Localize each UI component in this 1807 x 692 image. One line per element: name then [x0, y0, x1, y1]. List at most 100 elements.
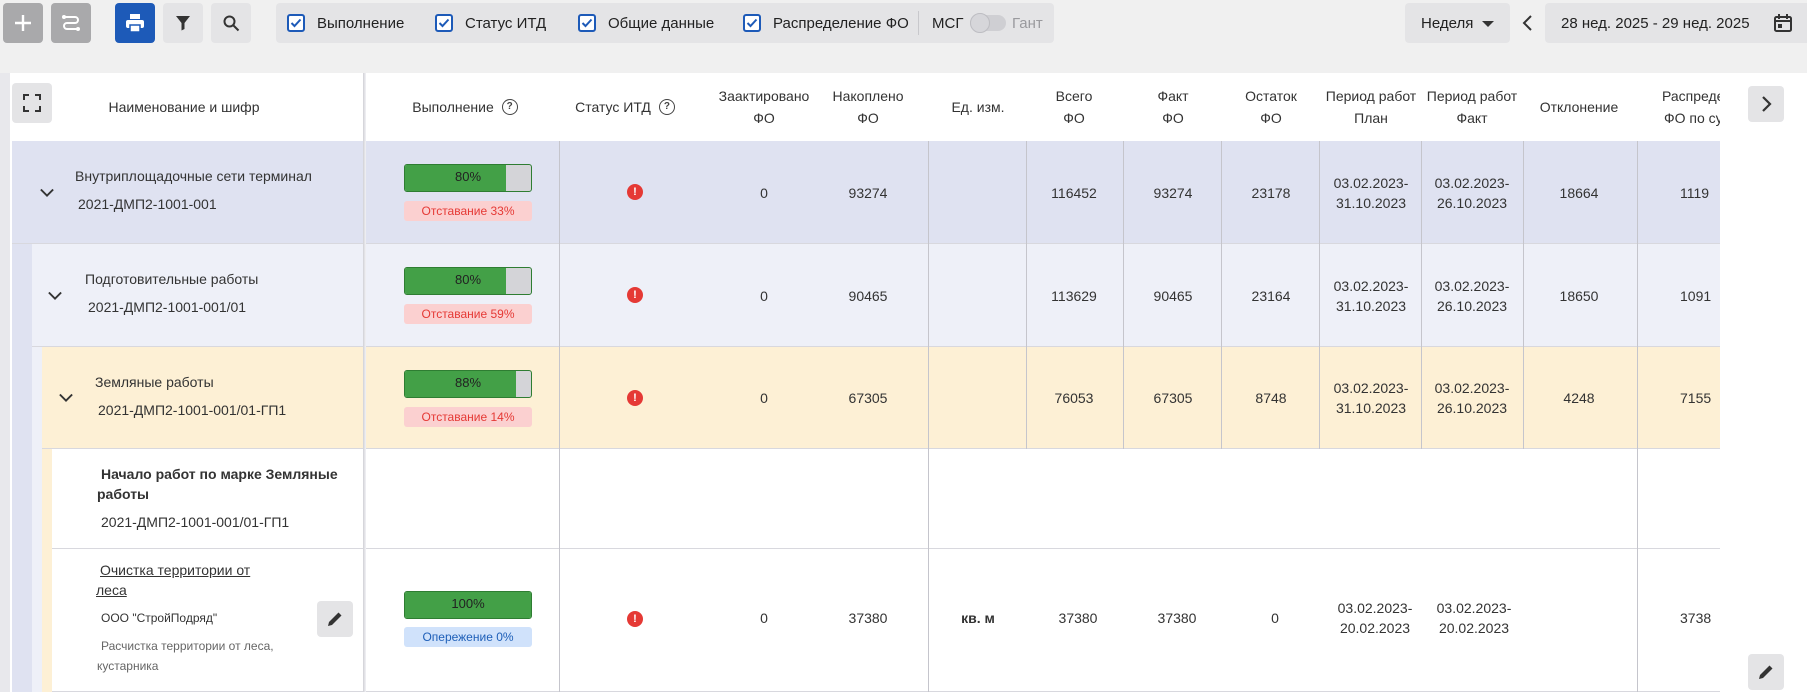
column-header-label: Ед. изм. — [951, 99, 1005, 115]
search-button[interactable] — [211, 3, 251, 43]
date-line: 03.02.2023- — [1434, 277, 1510, 294]
column-header-nakopleno: Накоплено ФО — [818, 73, 918, 141]
tree-indent — [12, 244, 32, 692]
filter-status-itd[interactable]: Статус ИТД — [435, 13, 546, 33]
filter-obshchie-dannye[interactable]: Общие данные — [578, 13, 714, 33]
column-header-label: Наименование и шифр — [108, 99, 260, 115]
checkbox[interactable] — [435, 14, 453, 32]
checkbox[interactable] — [287, 14, 305, 32]
marker-code: 2021-ДМП2-1001-001/01-ГП1 — [101, 514, 290, 530]
zaaktirovano-value: 0 — [760, 390, 768, 406]
help-icon[interactable]: ? — [658, 99, 675, 115]
nakopleno-value: 67305 — [848, 390, 888, 406]
fullscreen-button[interactable] — [12, 83, 52, 123]
otklonenie-value: 18650 — [1559, 287, 1599, 304]
row-code: 2021-ДМП2-1001-001/01 — [88, 299, 247, 315]
gant-label: Гант — [1012, 15, 1043, 32]
alert-icon[interactable]: ! — [627, 184, 643, 200]
chevron-down-icon[interactable] — [40, 186, 54, 200]
period-range[interactable]: 28 нед. 2025 - 29 нед. 2025 — [1545, 3, 1807, 43]
period-fakt-value: 03.02.2023- 26.10.2023 — [1422, 141, 1522, 244]
column-header-label: ФО — [857, 110, 879, 126]
alert-icon[interactable]: ! — [627, 611, 643, 627]
filter-label: Статус ИТД — [465, 14, 547, 32]
zaaktirovano-value: 0 — [760, 287, 768, 304]
period-plan-value: 03.02.2023- 31.10.2023 — [1320, 244, 1422, 347]
help-icon[interactable]: ? — [501, 99, 518, 115]
date-line: 03.02.2023- — [1333, 174, 1409, 191]
column-header-label: Период работ — [1426, 88, 1518, 104]
chevron-down-icon[interactable] — [48, 289, 62, 303]
raspred-value: 3738 — [1680, 610, 1712, 626]
column-header-label: Всего — [1055, 88, 1093, 104]
column-header-otklonenie: Отклонение — [1524, 73, 1634, 141]
ostatok-value: 0 — [1271, 610, 1279, 626]
chevron-down-icon[interactable] — [59, 391, 73, 405]
column-header-vsego: Всего ФО — [1026, 73, 1122, 141]
check-icon — [746, 18, 758, 28]
column-header-status-itd[interactable]: Статус ИТД? — [560, 73, 690, 141]
date-line: 20.02.2023 — [1438, 620, 1510, 636]
route-button[interactable] — [51, 3, 91, 43]
column-header-label: Распреде — [1662, 88, 1720, 104]
filter-button[interactable] — [163, 3, 203, 43]
alert-icon[interactable]: ! — [627, 390, 643, 406]
status-badge: Отставание 33% — [404, 201, 532, 221]
route-icon — [62, 15, 80, 31]
filter-raspredelenie-fo[interactable]: Распределение ФО — [743, 13, 909, 33]
vsego-value: 37380 — [1058, 610, 1098, 626]
checkbox[interactable] — [743, 14, 761, 32]
search-icon — [223, 15, 240, 32]
progress-bar: 100% — [404, 591, 532, 619]
edit-task-button[interactable] — [317, 601, 353, 637]
status-badge: Опережение 0% — [404, 627, 532, 647]
row-title: Подготовительные работы — [85, 271, 259, 287]
raspred-value: 1119 — [1680, 184, 1710, 201]
date-line: 26.10.2023 — [1436, 194, 1508, 211]
task-link[interactable]: Очистка территории от — [100, 562, 250, 578]
zaaktirovano-value: 0 — [760, 610, 768, 626]
column-header-label: Заактировано — [718, 88, 810, 104]
column-header-label: ФО — [1063, 110, 1085, 126]
msg-gant-toggle[interactable] — [970, 13, 1006, 33]
frozen-column-shadow — [363, 73, 366, 692]
date-line: 03.02.2023- — [1333, 380, 1409, 396]
vsego-value: 113629 — [1051, 287, 1097, 304]
alert-icon[interactable]: ! — [627, 287, 643, 303]
column-header-name: Наименование и шифр — [64, 73, 304, 141]
date-line: 03.02.2023- — [1333, 277, 1409, 294]
chevron-down-icon — [1482, 21, 1494, 27]
vsego-value: 116452 — [1051, 184, 1097, 201]
scroll-right-button[interactable] — [1748, 86, 1784, 122]
otklonenie-value: 4248 — [1563, 390, 1595, 406]
column-header-label: Статус ИТД — [575, 99, 651, 115]
checkbox[interactable] — [578, 14, 596, 32]
date-line: 03.02.2023- — [1337, 600, 1413, 616]
chevron-right-icon — [1762, 96, 1772, 112]
marker-title-line: Начало работ по марке Земляные — [101, 466, 338, 482]
add-button[interactable] — [3, 3, 43, 43]
fakt-value: 93274 — [1153, 184, 1193, 201]
period-fakt-value: 03.02.2023- 26.10.2023 — [1422, 244, 1522, 347]
date-line: 20.02.2023 — [1339, 620, 1411, 636]
period-type-select[interactable]: Неделя — [1405, 3, 1510, 43]
check-icon — [290, 18, 302, 28]
msg-label: МСГ — [932, 15, 964, 32]
date-line: 03.02.2023- — [1436, 600, 1512, 616]
filter-vypolnenie[interactable]: Выполнение — [287, 13, 404, 33]
filter-label: Выполнение — [317, 14, 405, 32]
column-header-vypolnenie[interactable]: Выполнение? — [370, 73, 560, 141]
column-header-label: ФО — [1260, 110, 1282, 126]
print-button[interactable] — [115, 3, 155, 43]
calendar-button[interactable] — [1772, 12, 1794, 34]
fakt-value: 37380 — [1157, 610, 1197, 626]
filter-label: Распределение ФО — [773, 14, 909, 32]
right-panel — [1720, 73, 1807, 692]
edit-button[interactable] — [1748, 654, 1784, 690]
date-line: 26.10.2023 — [1436, 400, 1508, 416]
date-line: 03.02.2023- — [1434, 174, 1510, 191]
prev-period-button[interactable] — [1518, 13, 1538, 33]
display-filters: Выполнение Статус ИТД Общие данные Распр… — [276, 3, 1054, 43]
calendar-icon — [1774, 14, 1792, 32]
task-link[interactable]: леса — [96, 582, 127, 598]
